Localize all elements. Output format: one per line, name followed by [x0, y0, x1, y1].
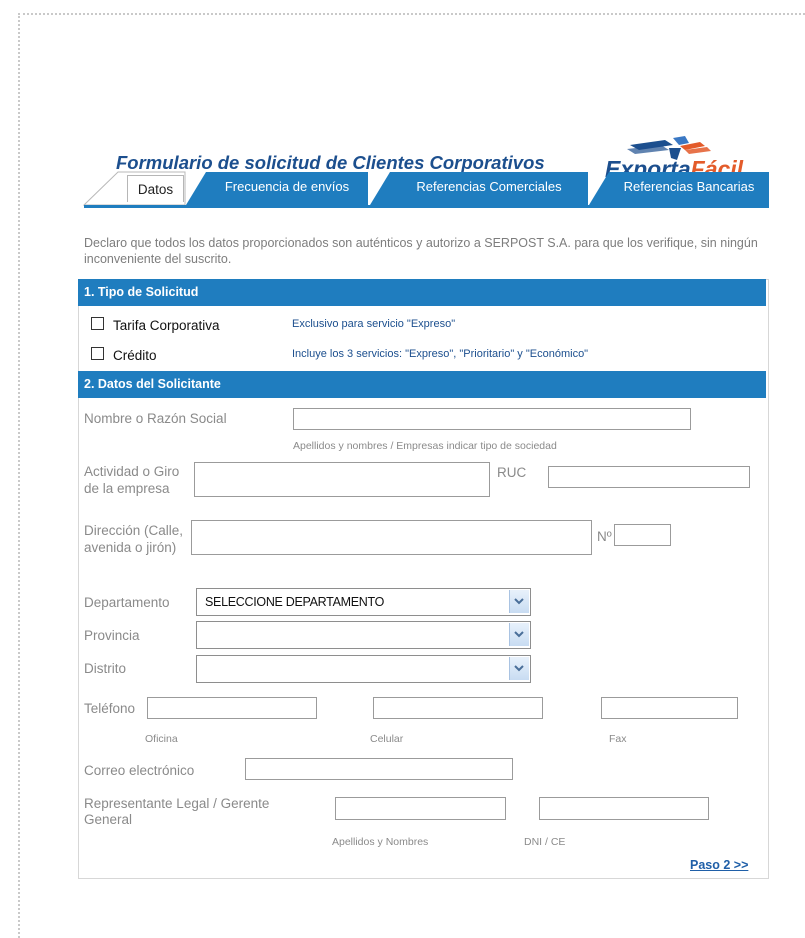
actividad-label-line2: de la empresa [84, 481, 170, 496]
numero-input[interactable] [614, 524, 671, 546]
form-container [78, 279, 769, 879]
declaration-text: Declaro que todos los datos proporcionad… [84, 236, 758, 266]
section-datos-solicitante-header: 2. Datos del Solicitante [78, 371, 766, 398]
celular-hint: Celular [370, 733, 404, 745]
tab-referencias-bancarias[interactable]: Referencias Bancarias [609, 171, 769, 205]
provincia-label: Provincia [84, 628, 140, 643]
chevron-down-icon[interactable] [509, 657, 529, 680]
distrito-select[interactable] [196, 655, 531, 683]
departamento-select[interactable]: SELECCIONE DEPARTAMENTO [196, 588, 531, 616]
dotted-border-top [18, 13, 805, 15]
actividad-giro-input[interactable] [194, 462, 490, 497]
departamento-selected-value: SELECCIONE DEPARTAMENTO [205, 595, 385, 609]
correo-input[interactable] [245, 758, 513, 780]
checkbox-credito-label: Crédito [113, 348, 157, 363]
representante-dni-input[interactable] [539, 797, 709, 820]
nombre-razon-social-input[interactable] [293, 408, 691, 430]
credito-note: Incluye los 3 servicios: "Expreso", "Pri… [292, 348, 589, 360]
tab-frecuencia-envios[interactable]: Frecuencia de envíos [206, 171, 368, 205]
direccion-label-line2: avenida o jirón) [84, 540, 177, 555]
chevron-down-icon[interactable] [509, 590, 529, 613]
apellidos-hint: Apellidos y Nombres [332, 836, 429, 848]
chevron-down-icon[interactable] [509, 623, 529, 646]
distrito-label: Distrito [84, 661, 127, 676]
nombre-hint: Apellidos y nombres / Empresas indicar t… [293, 440, 557, 452]
tab-datos-label: Datos [127, 175, 184, 202]
actividad-label-line1: Actividad o Giro [84, 464, 180, 479]
direccion-label-line1: Dirección (Calle, [84, 523, 184, 538]
oficina-hint: Oficina [145, 733, 178, 745]
ruc-label: RUC [497, 465, 527, 480]
telefono-label: Teléfono [84, 701, 136, 716]
representante-label-line2: General [84, 812, 133, 827]
ruc-input[interactable] [548, 466, 750, 488]
tab-underline [84, 205, 769, 208]
direccion-input[interactable] [191, 520, 592, 555]
tarifa-corporativa-note: Exclusivo para servicio "Expreso" [292, 318, 456, 330]
fax-hint: Fax [609, 733, 627, 745]
correo-label: Correo electrónico [84, 763, 195, 778]
numero-label: Nº [597, 529, 612, 544]
nombre-label: Nombre o Razón Social [84, 411, 227, 426]
checkbox-tarifa-corporativa-label: Tarifa Corporativa [113, 318, 220, 333]
provincia-select[interactable] [196, 621, 531, 649]
section-tipo-solicitud-header: 1. Tipo de Solicitud [78, 279, 766, 306]
tab-referencias-comerciales[interactable]: Referencias Comerciales [390, 171, 588, 205]
checkbox-tarifa-corporativa[interactable] [91, 317, 104, 330]
dotted-border-left [18, 13, 20, 938]
representante-nombres-input[interactable] [335, 797, 506, 820]
telefono-celular-input[interactable] [373, 697, 543, 719]
representante-label-line1: Representante Legal / Gerente [84, 796, 270, 811]
telefono-fax-input[interactable] [601, 697, 738, 719]
paso-2-link[interactable]: Paso 2 >> [690, 858, 748, 872]
departamento-label: Departamento [84, 595, 170, 610]
tab-datos[interactable]: Datos [84, 171, 186, 205]
checkbox-credito[interactable] [91, 347, 104, 360]
dni-hint: DNI / CE [524, 836, 566, 848]
telefono-oficina-input[interactable] [147, 697, 317, 719]
